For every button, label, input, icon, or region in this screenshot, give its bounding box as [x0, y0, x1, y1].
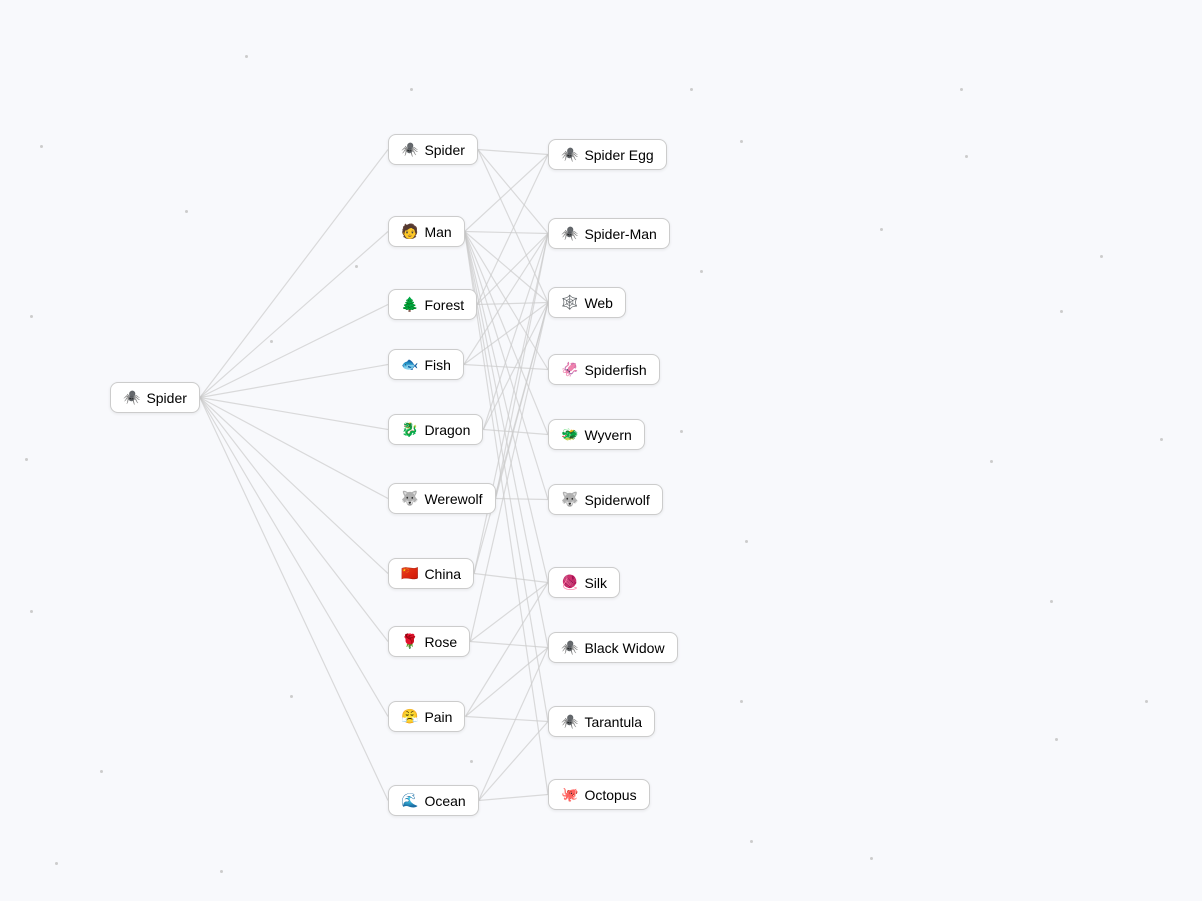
- node-fish[interactable]: 🐟 Fish: [388, 349, 464, 380]
- node-label-pain: Pain: [424, 709, 452, 725]
- background-dot: [880, 228, 883, 231]
- node-label-forest: Forest: [424, 297, 464, 313]
- node-label-web: Web: [584, 295, 613, 311]
- node-label-rose: Rose: [424, 634, 457, 650]
- node-web[interactable]: 🕸️ Web: [548, 287, 626, 318]
- background-dot: [960, 88, 963, 91]
- node-spider_egg[interactable]: 🕷️ Spider Egg: [548, 139, 667, 170]
- background-dot: [245, 55, 248, 58]
- background-dot: [40, 145, 43, 148]
- node-man[interactable]: 🧑 Man: [388, 216, 465, 247]
- node-label-werewolf: Werewolf: [424, 491, 482, 507]
- node-label-dragon: Dragon: [424, 422, 470, 438]
- node-wyvern[interactable]: 🐲 Wyvern: [548, 419, 645, 450]
- node-label-ocean: Ocean: [424, 793, 465, 809]
- node-rose[interactable]: 🌹 Rose: [388, 626, 470, 657]
- background-dot: [1050, 600, 1053, 603]
- node-emoji-dragon: 🐉: [401, 421, 418, 438]
- node-label-man: Man: [424, 224, 451, 240]
- node-emoji-spiderfish: 🦑: [561, 361, 578, 378]
- node-emoji-rose: 🌹: [401, 633, 418, 650]
- node-emoji-werewolf: 🐺: [401, 490, 418, 507]
- node-emoji-ocean: 🌊: [401, 792, 418, 809]
- node-ocean[interactable]: 🌊 Ocean: [388, 785, 479, 816]
- background-dot: [290, 695, 293, 698]
- node-label-silk: Silk: [584, 575, 607, 591]
- background-dot: [990, 460, 993, 463]
- node-spiderfish[interactable]: 🦑 Spiderfish: [548, 354, 660, 385]
- node-emoji-silk: 🧶: [561, 574, 578, 591]
- node-pain[interactable]: 😤 Pain: [388, 701, 465, 732]
- node-emoji-man: 🧑: [401, 223, 418, 240]
- background-dot: [1060, 310, 1063, 313]
- background-dot: [355, 265, 358, 268]
- node-emoji-octopus: 🐙: [561, 786, 578, 803]
- node-left_spider[interactable]: 🕷️ Spider: [110, 382, 200, 413]
- node-werewolf[interactable]: 🐺 Werewolf: [388, 483, 496, 514]
- background-dot: [745, 540, 748, 543]
- background-dot: [1145, 700, 1148, 703]
- node-label-left_spider: Spider: [146, 390, 186, 406]
- node-dragon[interactable]: 🐉 Dragon: [388, 414, 483, 445]
- background-dot: [740, 700, 743, 703]
- background-dot: [470, 760, 473, 763]
- background-dot: [690, 88, 693, 91]
- background-dot: [750, 840, 753, 843]
- node-octopus[interactable]: 🐙 Octopus: [548, 779, 650, 810]
- background-dot: [100, 770, 103, 773]
- node-emoji-spider: 🕷️: [401, 141, 418, 158]
- node-emoji-pain: 😤: [401, 708, 418, 725]
- node-label-octopus: Octopus: [584, 787, 636, 803]
- node-emoji-tarantula: 🕷️: [561, 713, 578, 730]
- node-emoji-black_widow: 🕷️: [561, 639, 578, 656]
- background-dot: [55, 862, 58, 865]
- node-label-spider_egg: Spider Egg: [584, 147, 653, 163]
- node-forest[interactable]: 🌲 Forest: [388, 289, 477, 320]
- node-emoji-spider_egg: 🕷️: [561, 146, 578, 163]
- node-spider_man[interactable]: 🕷️ Spider-Man: [548, 218, 670, 249]
- node-spiderwolf[interactable]: 🐺 Spiderwolf: [548, 484, 663, 515]
- node-china[interactable]: 🇨🇳 China: [388, 558, 474, 589]
- background-dot: [740, 140, 743, 143]
- node-emoji-forest: 🌲: [401, 296, 418, 313]
- background-dot: [410, 88, 413, 91]
- background-dot: [185, 210, 188, 213]
- node-label-china: China: [424, 566, 461, 582]
- background-dot: [270, 340, 273, 343]
- node-black_widow[interactable]: 🕷️ Black Widow: [548, 632, 678, 663]
- node-silk[interactable]: 🧶 Silk: [548, 567, 620, 598]
- background-dot: [25, 458, 28, 461]
- node-emoji-left_spider: 🕷️: [123, 389, 140, 406]
- node-label-spiderwolf: Spiderwolf: [584, 492, 649, 508]
- node-label-spider: Spider: [424, 142, 464, 158]
- node-label-black_widow: Black Widow: [584, 640, 664, 656]
- node-emoji-spiderwolf: 🐺: [561, 491, 578, 508]
- node-emoji-fish: 🐟: [401, 356, 418, 373]
- node-emoji-web: 🕸️: [561, 294, 578, 311]
- background-dot: [1055, 738, 1058, 741]
- node-emoji-spider_man: 🕷️: [561, 225, 578, 242]
- node-label-spiderfish: Spiderfish: [584, 362, 646, 378]
- background-dot: [680, 430, 683, 433]
- node-label-wyvern: Wyvern: [584, 427, 631, 443]
- node-spider[interactable]: 🕷️ Spider: [388, 134, 478, 165]
- background-dot: [1160, 438, 1163, 441]
- node-emoji-wyvern: 🐲: [561, 426, 578, 443]
- node-label-tarantula: Tarantula: [584, 714, 642, 730]
- node-label-spider_man: Spider-Man: [584, 226, 656, 242]
- background-dot: [220, 870, 223, 873]
- background-dot: [965, 155, 968, 158]
- background-dot: [700, 270, 703, 273]
- background-dot: [1100, 255, 1103, 258]
- background-dot: [30, 610, 33, 613]
- node-tarantula[interactable]: 🕷️ Tarantula: [548, 706, 655, 737]
- background-dot: [870, 857, 873, 860]
- node-emoji-china: 🇨🇳: [401, 565, 418, 582]
- background-dot: [30, 315, 33, 318]
- node-label-fish: Fish: [424, 357, 450, 373]
